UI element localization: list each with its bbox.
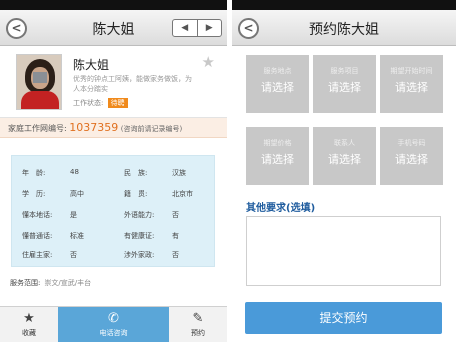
info-key: 籍 贯: <box>124 190 148 198</box>
booking-screen: < 预约陈大姐 服务地点 请选择 服务项目 请选择 期望开始时间 请选择 期望价… <box>232 0 456 342</box>
info-value: 有 <box>172 232 179 240</box>
info-row: 懂本地话: 是 外语能力: 否 <box>12 210 216 222</box>
code-label: 家庭工作网编号: <box>8 124 67 133</box>
next-button[interactable]: ▶ <box>198 20 222 36</box>
pager: ◀ ▶ <box>172 19 222 37</box>
tab-book-label: 预约 <box>191 329 205 337</box>
phone-icon: ✆ <box>108 311 119 326</box>
nav-bar: < 预约陈大姐 <box>232 10 456 46</box>
profile-description: 优秀的钟点工阿姨，能做家务做饭，为人本分踏实 <box>73 75 192 93</box>
tab-call[interactable]: ✆ 电话咨询 <box>58 307 169 342</box>
info-key: 学 历: <box>22 190 46 198</box>
option-value: 请选择 <box>261 153 294 166</box>
option-service-location[interactable]: 服务地点 请选择 <box>246 55 309 113</box>
bottom-tab-bar: ★ 收藏 ✆ 电话咨询 ✎ 预约 <box>0 306 227 342</box>
option-value: 请选择 <box>328 81 361 94</box>
back-arrow-icon: < <box>11 21 22 35</box>
code-bar: 家庭工作网编号: 1037359 (咨询前请记录编号) <box>0 118 227 138</box>
status-bar <box>232 0 456 10</box>
option-label: 期望开始时间 <box>390 67 433 75</box>
info-key: 年 龄: <box>22 169 46 177</box>
info-value: 北京市 <box>172 190 193 198</box>
info-key: 民 族: <box>124 169 148 177</box>
info-key: 懂普通话: <box>22 232 53 240</box>
star-icon[interactable]: ★ <box>202 53 215 71</box>
booking-options-grid: 服务地点 请选择 服务项目 请选择 期望开始时间 请选择 期望价格 请选择 联系… <box>246 55 444 187</box>
option-label: 服务地点 <box>263 67 292 75</box>
option-value: 请选择 <box>395 153 428 166</box>
option-phone-number[interactable]: 手机号码 请选择 <box>380 127 443 185</box>
tab-book[interactable]: ✎ 预约 <box>169 307 227 342</box>
option-value: 请选择 <box>328 153 361 166</box>
option-start-time[interactable]: 期望开始时间 请选择 <box>380 55 443 113</box>
back-button[interactable]: < <box>238 18 259 39</box>
nav-bar: < 陈大姐 ◀ ▶ <box>0 10 227 46</box>
back-button[interactable]: < <box>6 18 27 39</box>
info-key: 有健康证: <box>124 232 155 240</box>
tab-collect[interactable]: ★ 收藏 <box>0 307 58 342</box>
info-row: 住雇主家: 否 涉外家政: 否 <box>12 250 216 262</box>
option-contact[interactable]: 联系人 请选择 <box>313 127 376 185</box>
tab-collect-label: 收藏 <box>22 329 36 337</box>
service-range-label: 服务范围: <box>10 279 41 287</box>
option-expected-price[interactable]: 期望价格 请选择 <box>246 127 309 185</box>
other-requirements-input[interactable] <box>246 216 441 286</box>
prev-button[interactable]: ◀ <box>173 20 198 36</box>
info-value: 高中 <box>70 190 84 198</box>
option-service-item[interactable]: 服务项目 请选择 <box>313 55 376 113</box>
work-status: 工作状态: 待聘 <box>73 98 128 108</box>
info-key: 懂本地话: <box>22 211 53 219</box>
status-badge: 待聘 <box>107 98 128 108</box>
info-value: 48 <box>70 168 79 176</box>
info-value: 否 <box>172 251 179 259</box>
code-hint: (咨询前请记录编号) <box>120 125 183 133</box>
status-bar <box>0 0 227 10</box>
info-value: 汉族 <box>172 169 186 177</box>
info-row: 学 历: 高中 籍 贯: 北京市 <box>12 189 216 201</box>
option-label: 手机号码 <box>397 139 426 147</box>
work-status-label: 工作状态: <box>73 99 104 107</box>
info-key: 住雇主家: <box>22 251 53 259</box>
info-table: 年 龄: 48 民 族: 汉族 学 历: 高中 籍 贯: 北京市 懂本地话: 是… <box>11 155 215 267</box>
option-label: 服务项目 <box>330 67 359 75</box>
option-value: 请选择 <box>261 81 294 94</box>
info-value: 否 <box>172 211 179 219</box>
service-range-value: 崇文/宣武/丰台 <box>44 279 92 287</box>
code-number: 1037359 <box>69 121 119 134</box>
service-range: 服务范围: 崇文/宣武/丰台 <box>10 278 91 288</box>
option-label: 期望价格 <box>263 139 292 147</box>
page-title: 预约陈大姐 <box>309 22 379 38</box>
option-label: 联系人 <box>334 139 355 147</box>
avatar <box>16 54 62 110</box>
info-value: 标准 <box>70 232 84 240</box>
option-value: 请选择 <box>395 81 428 94</box>
info-key: 外语能力: <box>124 211 155 219</box>
profile-screen: < 陈大姐 ◀ ▶ 陈大姐 ★ 优秀的钟点工阿姨，能做家务做饭，为人本分踏实 工… <box>0 0 227 342</box>
info-row: 懂普通话: 标准 有健康证: 有 <box>12 231 216 243</box>
profile-card: 陈大姐 ★ 优秀的钟点工阿姨，能做家务做饭，为人本分踏实 工作状态: 待聘 <box>0 46 227 118</box>
star-icon: ★ <box>23 311 35 326</box>
tab-call-label: 电话咨询 <box>99 329 128 337</box>
submit-button[interactable]: 提交预约 <box>245 302 442 334</box>
edit-icon: ✎ <box>192 311 204 326</box>
other-requirements-title: 其他要求(选填) <box>246 203 316 214</box>
info-row: 年 龄: 48 民 族: 汉族 <box>12 168 216 180</box>
back-arrow-icon: < <box>243 21 254 35</box>
info-value: 是 <box>70 211 77 219</box>
profile-name: 陈大姐 <box>73 58 110 72</box>
info-key: 涉外家政: <box>124 251 155 259</box>
info-value: 否 <box>70 251 77 259</box>
